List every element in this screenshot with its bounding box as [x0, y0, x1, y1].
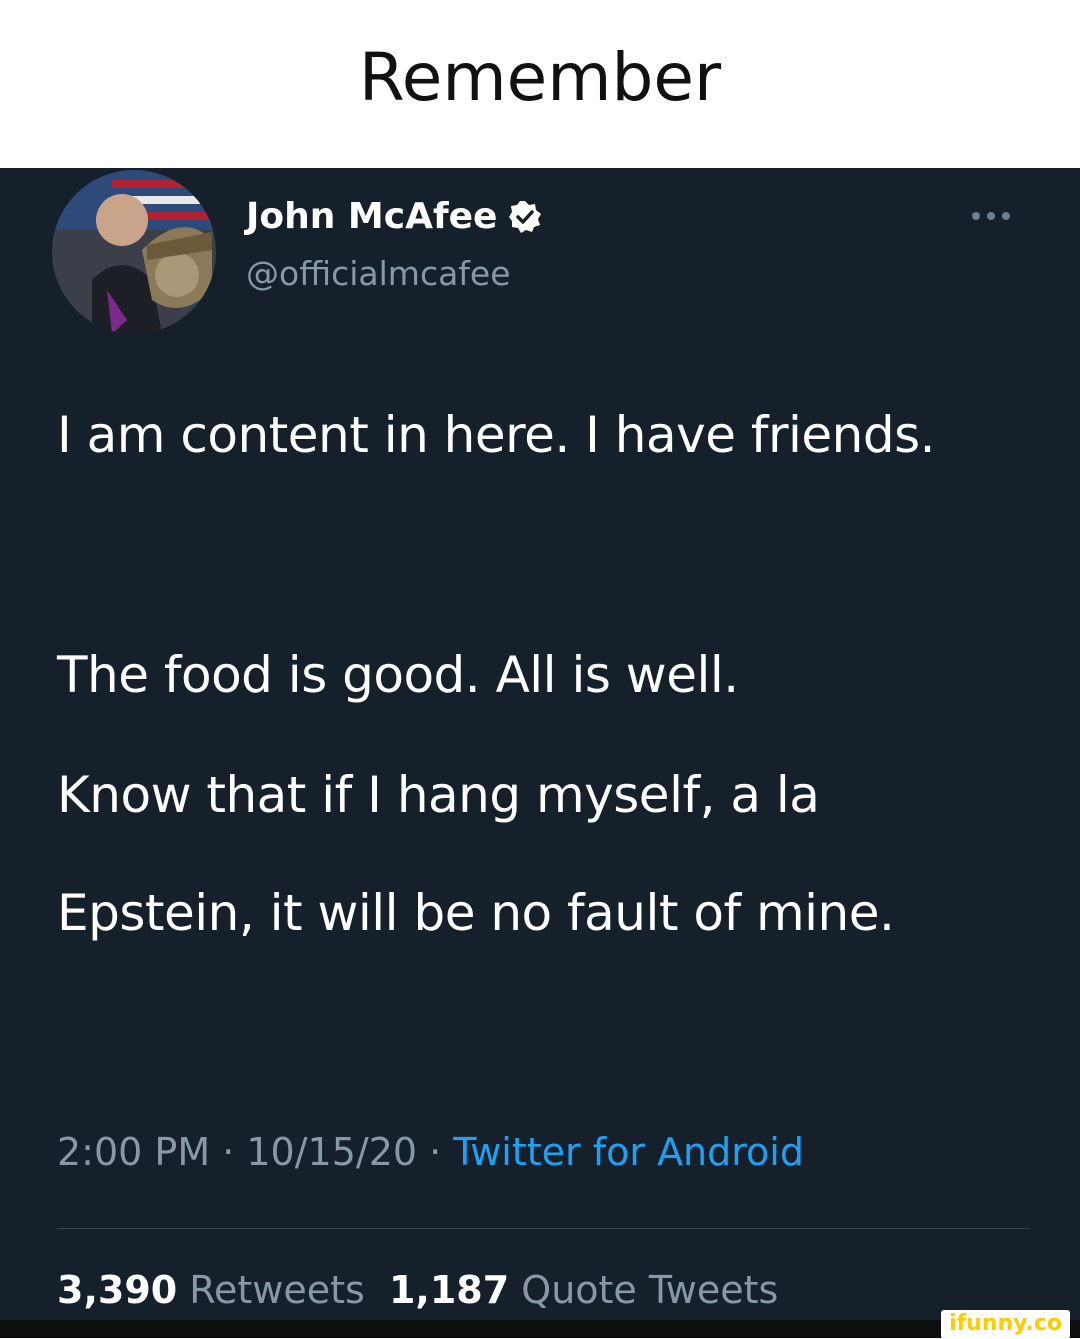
footer-bar	[0, 1320, 1080, 1338]
more-horizontal-icon[interactable]	[972, 212, 1010, 220]
avatar-image	[52, 170, 216, 334]
tweet-card[interactable]: John McAfee @officialmcafee I am content…	[0, 168, 1080, 1320]
divider	[57, 1228, 1029, 1229]
retweets-count: 3,390	[57, 1268, 178, 1312]
handle[interactable]: @officialmcafee	[246, 254, 511, 293]
tweet-time[interactable]: 2:00 PM	[57, 1130, 210, 1174]
tweet-paragraph-2: The food is good. All is well.	[57, 646, 739, 704]
tweet-paragraph-3: Know that if I hang myself, a la Epstein…	[57, 766, 895, 942]
quotes-label: Quote Tweets	[521, 1268, 779, 1312]
tweet-source-link[interactable]: Twitter for Android	[453, 1130, 804, 1174]
quotes-stat[interactable]: 1,187 Quote Tweets	[389, 1268, 778, 1312]
ifunny-watermark: ifunny.co	[941, 1310, 1070, 1339]
meta-separator: ·	[417, 1130, 454, 1174]
meta-separator: ·	[210, 1130, 247, 1174]
more-dot	[1002, 212, 1010, 220]
tweet-stats: 3,390 Retweets 1,187 Quote Tweets	[57, 1268, 778, 1312]
more-dot	[972, 212, 980, 220]
verified-badge-icon	[509, 200, 542, 233]
more-dot	[987, 212, 995, 220]
retweets-stat[interactable]: 3,390 Retweets	[57, 1268, 365, 1312]
tweet-date[interactable]: 10/15/20	[246, 1130, 417, 1174]
tweet-meta: 2:00 PM · 10/15/20 · Twitter for Android	[57, 1130, 804, 1174]
tweet-paragraph-1: I am content in here. I have friends.	[57, 406, 936, 464]
author-row[interactable]: John McAfee	[246, 196, 543, 237]
display-name[interactable]: John McAfee	[246, 196, 497, 237]
avatar[interactable]	[52, 170, 216, 334]
retweets-label: Retweets	[189, 1268, 365, 1312]
caption-title: Remember	[358, 38, 722, 116]
caption-header: Remember	[0, 0, 1080, 168]
quotes-count: 1,187	[388, 1268, 510, 1312]
